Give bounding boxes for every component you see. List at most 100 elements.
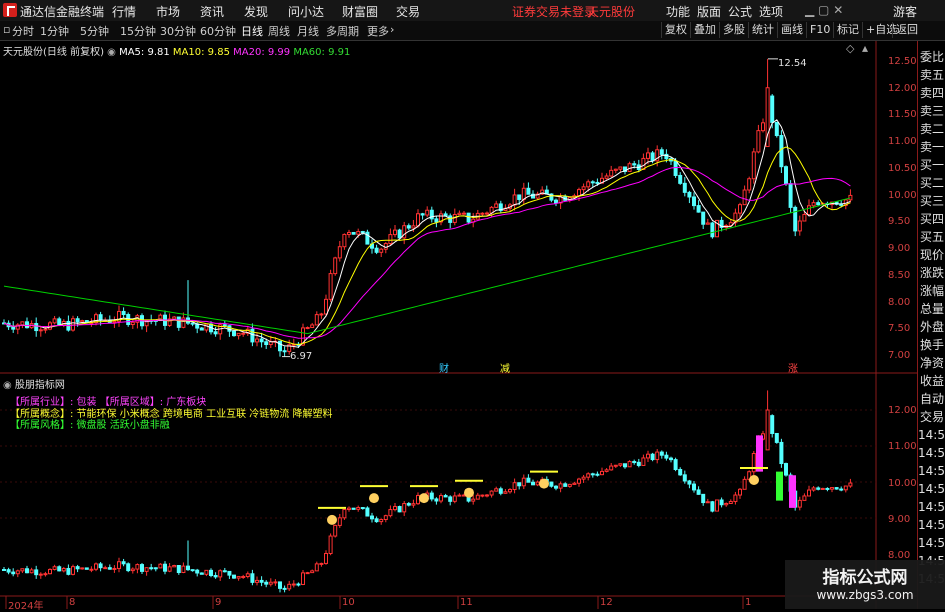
- side-item-20[interactable]: 交易: [918, 407, 945, 427]
- trade-login-status[interactable]: 证券交易未登录: [512, 3, 596, 20]
- money-bag-icon: [369, 493, 379, 504]
- diamond-icon[interactable]: ◇: [846, 42, 854, 55]
- tag-finance[interactable]: 财: [439, 360, 449, 375]
- period-multi[interactable]: 多周期: [326, 23, 359, 39]
- time-tick-3: 10: [342, 597, 355, 608]
- side-item-25[interactable]: 14:56: [918, 497, 945, 517]
- price-candle: [347, 231, 351, 235]
- indicator-candle: [600, 470, 604, 476]
- price-candle: [34, 323, 39, 332]
- menu-layout[interactable]: 版面: [697, 3, 721, 20]
- price-candle: [577, 189, 581, 197]
- period-30min[interactable]: 30分钟: [160, 23, 196, 39]
- side-item-21[interactable]: 14:56: [918, 425, 945, 445]
- indicator-candle: [429, 492, 434, 500]
- period-more[interactable]: 更多: [367, 23, 389, 39]
- menu-wealth[interactable]: 财富圈: [342, 3, 378, 20]
- chevron-right-icon[interactable]: ›: [390, 23, 394, 36]
- side-item-13[interactable]: 涨幅: [918, 281, 945, 301]
- period-15min[interactable]: 15分钟: [120, 23, 156, 39]
- indicator-candle: [843, 485, 848, 491]
- side-item-19[interactable]: 自动: [918, 389, 945, 409]
- side-item-11[interactable]: 现价: [918, 245, 945, 265]
- tag-reduce[interactable]: 减: [500, 360, 510, 375]
- side-item-1[interactable]: 卖五: [918, 65, 945, 85]
- ma20-value: MA20: 9.99: [233, 47, 291, 58]
- indicator-candle: [820, 487, 825, 490]
- side-item-8[interactable]: 买三: [918, 191, 945, 211]
- menu-market[interactable]: 市场: [156, 3, 180, 20]
- side-item-23[interactable]: 14:56: [918, 461, 945, 481]
- indicator-candle: [393, 506, 397, 511]
- indicator-candle: [213, 575, 218, 578]
- side-item-27[interactable]: 14:56: [918, 533, 945, 553]
- indicator-candle: [6, 569, 11, 573]
- indicator-gear-icon[interactable]: ◉: [107, 47, 119, 58]
- period-5min[interactable]: 5分钟: [80, 23, 109, 39]
- indicator-candle: [498, 488, 503, 494]
- indicator-candle: [337, 517, 342, 526]
- price-candle: [618, 166, 623, 170]
- menu-quotes[interactable]: 行情: [112, 3, 136, 20]
- side-item-14[interactable]: 总量: [918, 299, 945, 319]
- side-item-3[interactable]: 卖三: [918, 101, 945, 121]
- indicator-candle: [480, 494, 485, 497]
- side-item-22[interactable]: 14:56: [918, 443, 945, 463]
- menu-discover[interactable]: 发现: [244, 3, 268, 20]
- side-item-16[interactable]: 换手: [918, 335, 945, 355]
- window-controls-icon[interactable]: ▁ ▢ ✕: [805, 3, 843, 17]
- price-candle: [779, 135, 784, 168]
- menu-formula[interactable]: 公式: [728, 3, 752, 20]
- period-weekly[interactable]: 周线: [268, 23, 290, 39]
- price-candle: [526, 187, 531, 195]
- side-item-6[interactable]: 买一: [918, 155, 945, 175]
- side-item-18[interactable]: 收益: [918, 371, 945, 391]
- menu-news[interactable]: 资讯: [200, 3, 224, 20]
- side-item-26[interactable]: 14:56: [918, 515, 945, 535]
- side-item-12[interactable]: 涨跌: [918, 263, 945, 283]
- side-item-7[interactable]: 买二: [918, 173, 945, 193]
- tag-rise[interactable]: 涨: [788, 360, 798, 375]
- indicator-candle: [669, 457, 673, 461]
- watermark-url: www.zbgs3.com: [816, 588, 914, 602]
- price-candle: [595, 181, 600, 184]
- period-daily[interactable]: 日线: [241, 23, 263, 39]
- side-item-10[interactable]: 买五: [918, 227, 945, 247]
- btn-adjust[interactable]: 复权: [661, 22, 690, 38]
- side-item-9[interactable]: 买四: [918, 209, 945, 229]
- period-60min[interactable]: 60分钟: [200, 23, 236, 39]
- menu-options[interactable]: 选项: [759, 3, 783, 20]
- menu-function[interactable]: 功能: [666, 3, 690, 20]
- price-tick-0: 12.50: [888, 56, 917, 67]
- price-candle: [738, 204, 742, 214]
- indicator-settings-icon[interactable]: ◉: [3, 380, 15, 391]
- btn-draw[interactable]: 画线: [777, 22, 806, 38]
- side-item-15[interactable]: 外盘: [918, 317, 945, 337]
- btn-overlay[interactable]: 叠加: [690, 22, 719, 38]
- side-item-0[interactable]: 委比: [918, 47, 945, 67]
- side-item-24[interactable]: 14:56: [918, 479, 945, 499]
- side-item-2[interactable]: 卖四: [918, 83, 945, 103]
- indicator-candle: [728, 501, 733, 504]
- menu-ask[interactable]: 问小达: [288, 3, 324, 20]
- guest-label[interactable]: 游客: [893, 3, 917, 20]
- price-candle: [121, 310, 126, 316]
- btn-mark[interactable]: 标记: [833, 22, 862, 38]
- menu-trade[interactable]: 交易: [396, 3, 420, 20]
- btn-back[interactable]: 返回: [892, 22, 921, 38]
- expand-icon[interactable]: ▴: [862, 41, 868, 55]
- side-item-4[interactable]: 卖二: [918, 119, 945, 139]
- period-1min[interactable]: 1分钟: [40, 23, 69, 39]
- kline-chart[interactable]: [0, 41, 917, 609]
- btn-f10[interactable]: F10: [806, 22, 833, 38]
- price-candle: [383, 243, 388, 250]
- price-candle: [632, 163, 637, 166]
- side-item-5[interactable]: 卖一: [918, 137, 945, 157]
- btn-multi-stock[interactable]: 多股: [719, 22, 748, 38]
- period-monthly[interactable]: 月线: [297, 23, 319, 39]
- btn-stats[interactable]: 统计: [748, 22, 777, 38]
- tool-square-icon[interactable]: ▫: [3, 23, 10, 36]
- period-tick[interactable]: 分时: [12, 23, 34, 39]
- side-item-17[interactable]: 净资: [918, 353, 945, 373]
- indicator-candle: [485, 494, 489, 497]
